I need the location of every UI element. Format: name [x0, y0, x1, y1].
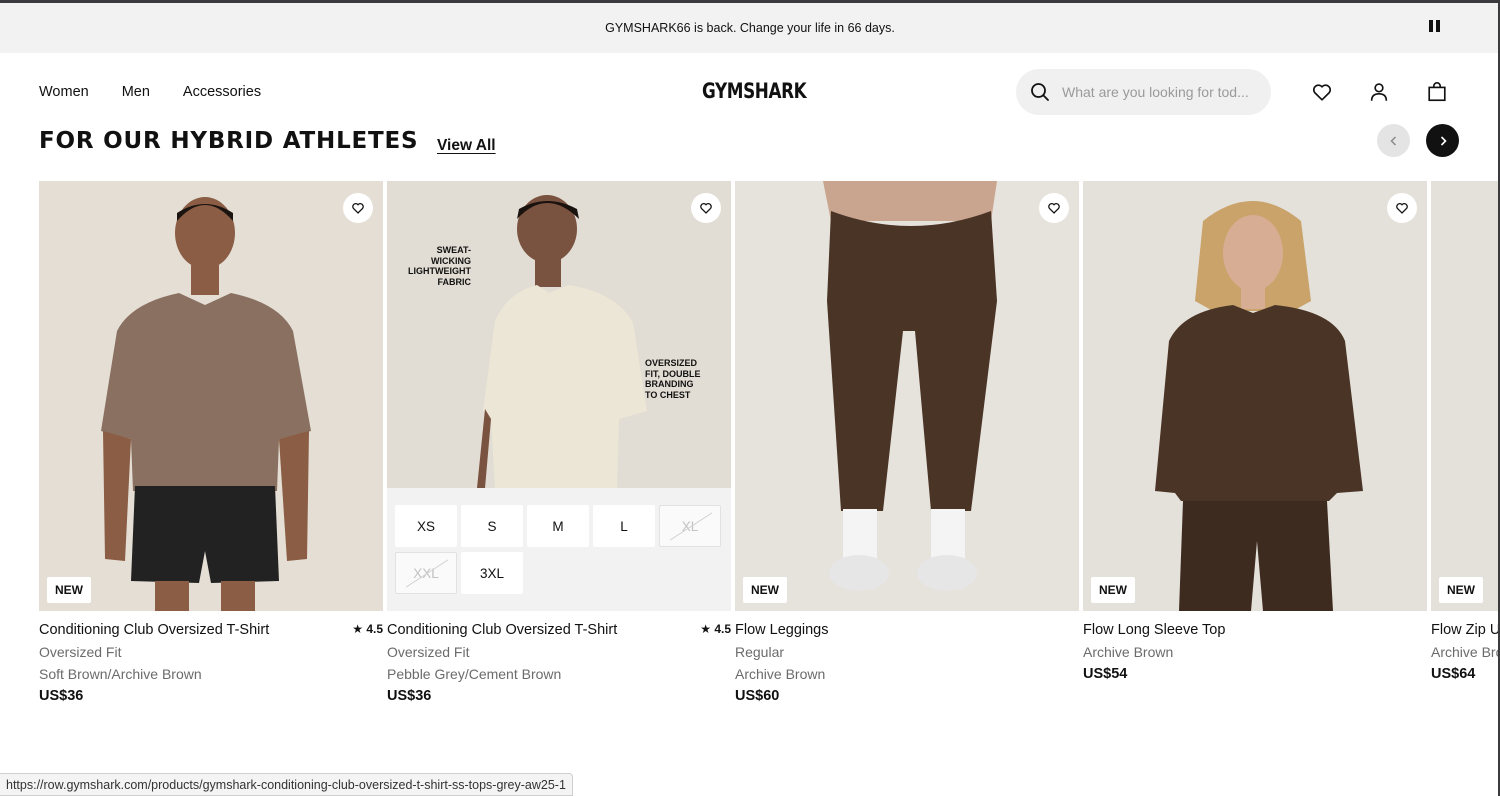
product-fit: Oversized Fit [39, 644, 122, 660]
product-color: Archive Brown [735, 666, 826, 682]
view-all-link[interactable]: View All [437, 137, 496, 155]
search-input[interactable] [1062, 84, 1252, 100]
product-rating: ★ 4.5 [352, 622, 383, 636]
search-box[interactable] [1016, 69, 1271, 115]
product-rating: ★ 4.5 [700, 622, 731, 636]
product-card[interactable]: NEW Flow Leggings Regular Archive Brown … [735, 181, 1079, 704]
nav-accessories[interactable]: Accessories [183, 84, 261, 100]
product-card[interactable]: NEW Flow Long Sleeve Top Archive Brown U… [1083, 181, 1427, 682]
pause-icon[interactable] [1429, 20, 1441, 34]
product-name[interactable]: Conditioning Club Oversized T-Shirt [39, 622, 383, 638]
product-color: Soft Brown/Archive Brown [39, 666, 202, 682]
model-leggings-image [735, 181, 1079, 611]
feature-callout: OVERSIZED FIT, DOUBLE BRANDING TO CHEST [645, 358, 701, 400]
carousel-next-button[interactable] [1426, 124, 1459, 157]
product-price: US$36 [387, 688, 432, 704]
product-image[interactable]: NEW [1431, 181, 1500, 611]
heart-icon [352, 203, 364, 214]
product-image[interactable]: NEW [1083, 181, 1427, 611]
nav-men[interactable]: Men [122, 84, 150, 100]
wishlist-button[interactable] [343, 193, 373, 223]
product-image[interactable]: SWEAT- WICKING LIGHTWEIGHT FABRIC OVERSI… [387, 181, 731, 611]
size-option-unavailable[interactable]: XXL [395, 552, 457, 594]
new-badge: NEW [1439, 577, 1483, 603]
feature-callout: SWEAT- WICKING LIGHTWEIGHT FABRIC [408, 245, 471, 287]
size-option-unavailable[interactable]: XL [659, 505, 721, 547]
bag-icon[interactable] [1426, 81, 1448, 103]
nav-women[interactable]: Women [39, 84, 89, 100]
heart-icon [700, 203, 712, 214]
section-title: FOR OUR HYBRID ATHLETES [39, 128, 419, 154]
product-name[interactable]: Conditioning Club Oversized T-Shirt [387, 622, 731, 638]
size-option[interactable]: S [461, 505, 523, 547]
size-option[interactable]: 3XL [461, 552, 523, 594]
star-icon: ★ [700, 622, 711, 636]
product-card-clip: NEW Flow Zip Up Archive Brown US$64 [1431, 181, 1500, 701]
size-picker: XS S M L XL XXL 3XL [387, 488, 731, 611]
product-color: Pebble Grey/Cement Brown [387, 666, 562, 682]
product-fit: Oversized Fit [387, 644, 470, 660]
heart-icon [1396, 203, 1408, 214]
link-status-bar: https://row.gymshark.com/products/gymsha… [0, 773, 573, 796]
product-price: US$54 [1083, 666, 1128, 682]
product-image[interactable]: NEW [39, 181, 383, 611]
product-card[interactable]: NEW Flow Zip Up Archive Brown US$64 [1431, 181, 1500, 682]
product-fit: Regular [735, 644, 785, 660]
gymshark-logo[interactable]: GYMSHARK [702, 79, 807, 103]
wishlist-button[interactable] [1387, 193, 1417, 223]
product-image[interactable]: NEW [735, 181, 1079, 611]
size-option[interactable]: L [593, 505, 655, 547]
model-tshirt-grey-image [387, 181, 731, 488]
size-option[interactable]: M [527, 505, 589, 547]
heart-icon[interactable] [1311, 81, 1333, 103]
product-name[interactable]: Flow Zip Up [1431, 622, 1500, 638]
chevron-left-icon [1389, 135, 1396, 146]
wishlist-button[interactable] [1039, 193, 1069, 223]
size-option[interactable]: XS [395, 505, 457, 547]
product-color: Archive Brown [1083, 644, 1174, 660]
main-nav: Women Men Accessories [39, 84, 261, 100]
carousel-prev-button[interactable] [1377, 124, 1410, 157]
heart-icon [1048, 203, 1060, 214]
product-card[interactable]: NEW ★ 4.5 Conditioning Club Oversized T-… [39, 181, 383, 704]
wishlist-button[interactable] [691, 193, 721, 223]
announcement-text[interactable]: GYMSHARK66 is back. Change your life in … [605, 21, 895, 35]
product-name[interactable]: Flow Leggings [735, 622, 1079, 638]
new-badge: NEW [1091, 577, 1135, 603]
product-color: Archive Brown [1431, 644, 1500, 660]
product-name[interactable]: Flow Long Sleeve Top [1083, 622, 1427, 638]
search-icon [1031, 83, 1049, 101]
star-icon: ★ [352, 622, 363, 636]
site-header: Women Men Accessories GYMSHARK [0, 53, 1500, 131]
chevron-right-icon [1440, 135, 1447, 146]
product-card[interactable]: SWEAT- WICKING LIGHTWEIGHT FABRIC OVERSI… [387, 181, 731, 704]
model-long-sleeve-image [1083, 181, 1427, 611]
new-badge: NEW [47, 577, 91, 603]
model-tshirt-brown-image [39, 181, 383, 611]
product-price: US$36 [39, 688, 84, 704]
new-badge: NEW [743, 577, 787, 603]
announcement-bar: GYMSHARK66 is back. Change your life in … [0, 3, 1500, 53]
product-price: US$60 [735, 688, 780, 704]
account-icon[interactable] [1368, 81, 1390, 103]
product-price: US$64 [1431, 666, 1476, 682]
